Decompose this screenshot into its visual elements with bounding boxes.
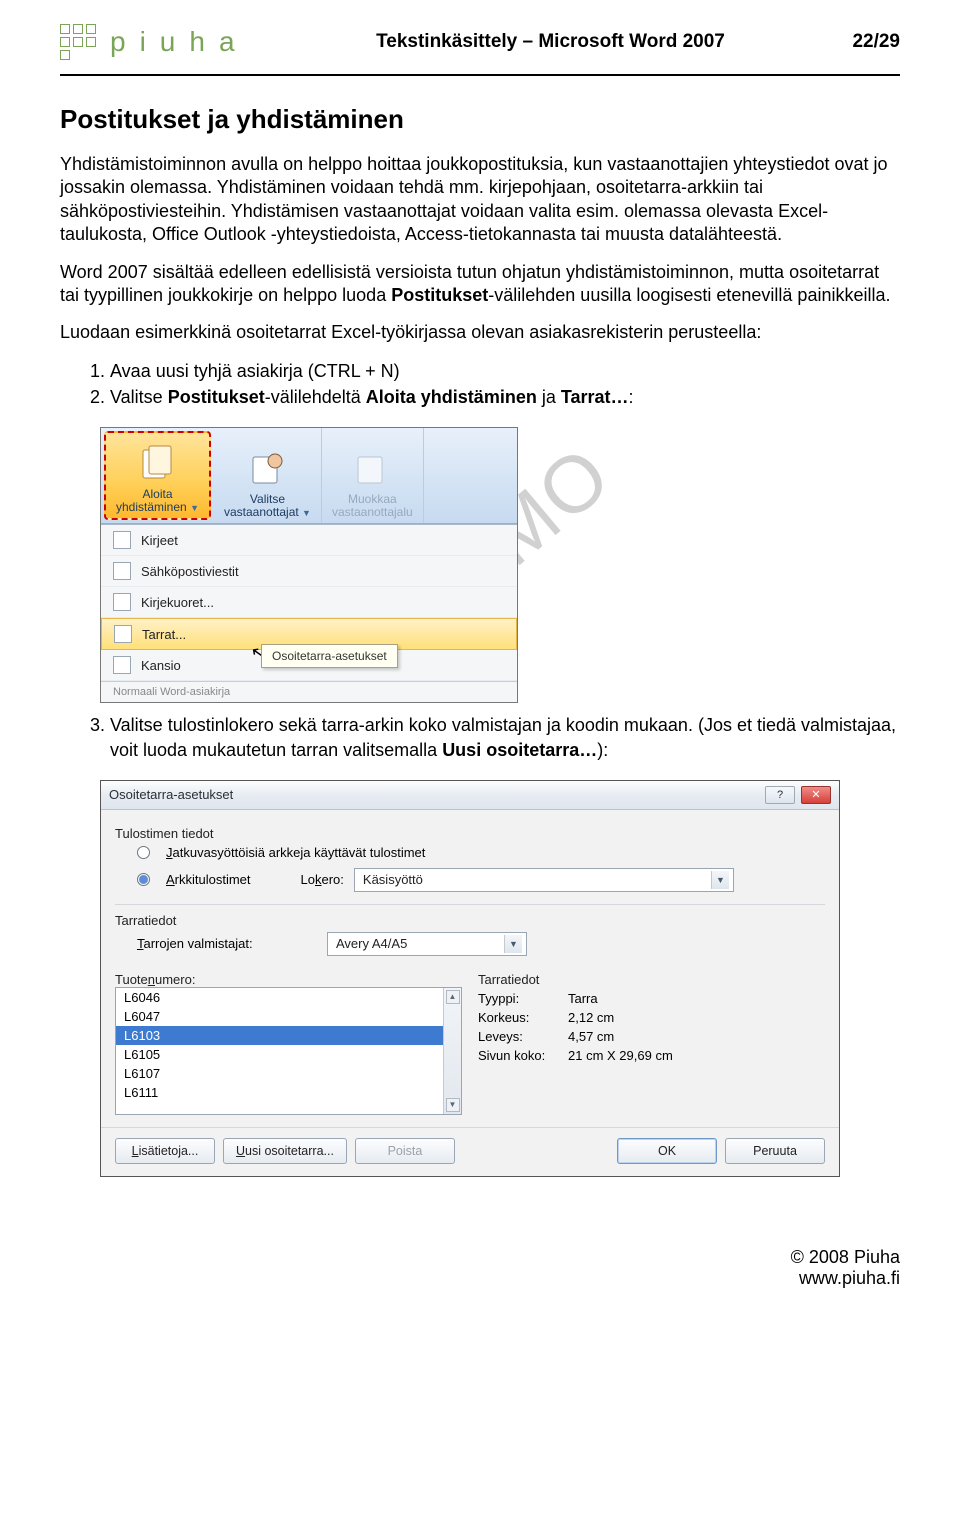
ribbon-group-start-merge[interactable]: Aloitayhdistäminen ▼ xyxy=(104,431,211,520)
paragraph-3: Luodaan esimerkkinä osoitetarrat Excel-t… xyxy=(60,321,900,344)
menu-item-emails[interactable]: Sähköpostiviestit xyxy=(101,556,517,587)
menu-item-cutoff: Normaali Word-asiakirja xyxy=(101,681,517,702)
scrollbar[interactable]: ▲ ▼ xyxy=(443,988,461,1114)
list-item[interactable]: L6103 xyxy=(116,1026,461,1045)
product-number-label: Tuotenumero: xyxy=(115,972,462,987)
radio-continuous[interactable]: Jatkuvasyöttöisiä arkkeja käyttävät tulo… xyxy=(115,841,825,864)
instruction-list-1: Avaa uusi tyhjä asiakirja (CTRL + N) Val… xyxy=(60,359,900,410)
dropdown-menu: Kirjeet Sähköpostiviestit Kirjekuoret...… xyxy=(101,524,517,702)
paragraph-2-text-2: -välilehden uusilla loogisesti etenevill… xyxy=(488,285,890,305)
document-title: Tekstinkäsittely – Microsoft Word 2007 xyxy=(249,31,853,53)
ribbon-group-select-recipients[interactable]: Valitsevastaanottajat ▼ xyxy=(214,428,322,523)
radio-icon-checked xyxy=(137,873,150,886)
footer-url: www.piuha.fi xyxy=(799,1268,900,1288)
list-item[interactable]: L6111 xyxy=(116,1083,461,1102)
list-item[interactable]: L6105 xyxy=(116,1045,461,1064)
list-item-3: Valitse tulostinlokero sekä tarra-arkin … xyxy=(110,713,900,762)
info-height-key: Korkeus: xyxy=(478,1010,568,1025)
envelope-icon xyxy=(113,593,131,611)
help-button[interactable]: ? xyxy=(765,786,795,804)
info-width-val: 4,57 cm xyxy=(568,1029,825,1044)
product-number-listbox[interactable]: L6046L6047L6103L6105L6107L6111 ▲ ▼ xyxy=(115,987,462,1115)
vendor-combobox[interactable]: Avery A4/A5 ▼ xyxy=(327,932,527,956)
scroll-down-icon[interactable]: ▼ xyxy=(446,1098,460,1112)
edit-recipients-icon xyxy=(352,449,392,489)
paragraph-2-bold: Postitukset xyxy=(391,285,488,305)
close-button[interactable]: ✕ xyxy=(801,786,831,804)
ok-button[interactable]: OK xyxy=(617,1138,717,1164)
ribbon-group-edit-recipients: Muokkaavastaanottajalu xyxy=(322,428,424,523)
tray-combobox[interactable]: Käsisyöttö ▼ xyxy=(354,868,734,892)
radio-icon xyxy=(137,846,150,859)
logo: piuha xyxy=(60,24,249,60)
ribbon: Aloitayhdistäminen ▼ Valitsevastaanottaj… xyxy=(101,428,517,524)
chevron-down-icon: ▼ xyxy=(302,508,311,518)
recipients-icon xyxy=(247,449,287,489)
paragraph-1: Yhdistämistoiminnon avulla on helppo hoi… xyxy=(60,153,900,247)
chevron-down-icon: ▼ xyxy=(190,503,199,513)
info-type-key: Tyyppi: xyxy=(478,991,568,1006)
radio-page-printers[interactable]: Arkkitulostimet Lokero: Käsisyöttö ▼ xyxy=(115,864,825,896)
email-icon xyxy=(113,562,131,580)
info-pagesize-val: 21 cm X 29,69 cm xyxy=(568,1048,825,1063)
menu-item-envelopes[interactable]: Kirjekuoret... xyxy=(101,587,517,618)
tray-value: Käsisyöttö xyxy=(363,872,423,887)
info-type-val: Tarra xyxy=(568,991,825,1006)
list-item-1: Avaa uusi tyhjä asiakirja (CTRL + N) xyxy=(110,359,900,383)
logo-text: piuha xyxy=(110,26,249,58)
tooltip: Osoitetarra-asetukset xyxy=(261,644,398,668)
mail-merge-icon xyxy=(137,444,177,484)
folder-icon xyxy=(113,656,131,674)
label-icon xyxy=(114,625,132,643)
vendor-label: Tarrojen valmistajat: xyxy=(137,936,317,951)
label-details-header: Tarratiedot xyxy=(478,972,825,987)
tray-label: Lokero: xyxy=(301,872,344,887)
header-divider xyxy=(60,74,900,76)
paragraph-2: Word 2007 sisältää edelleen edellisistä … xyxy=(60,261,900,308)
instruction-list-2: Valitse tulostinlokero sekä tarra-arkin … xyxy=(60,713,900,762)
page-number: 22/29 xyxy=(852,31,900,53)
dialog-title: Osoitetarra-asetukset xyxy=(109,787,233,802)
vendor-value: Avery A4/A5 xyxy=(336,936,407,951)
screenshot-ribbon-menu: Aloitayhdistäminen ▼ Valitsevastaanottaj… xyxy=(100,427,518,703)
logo-icon xyxy=(60,24,96,60)
list-item[interactable]: L6047 xyxy=(116,1007,461,1026)
list-item[interactable]: L6107 xyxy=(116,1064,461,1083)
info-width-key: Leveys: xyxy=(478,1029,568,1044)
cancel-button[interactable]: Peruuta xyxy=(725,1138,825,1164)
label-info-section-label: Tarratiedot xyxy=(115,913,825,928)
chevron-down-icon: ▼ xyxy=(711,871,729,889)
printer-info-section-label: Tulostimen tiedot xyxy=(115,826,825,841)
info-height-val: 2,12 cm xyxy=(568,1010,825,1025)
info-pagesize-key: Sivun koko: xyxy=(478,1048,568,1063)
chevron-down-icon: ▼ xyxy=(504,935,522,953)
list-item[interactable]: L6046 xyxy=(116,988,461,1007)
new-label-button[interactable]: Uusi osoitetarra... xyxy=(223,1138,347,1164)
dialog-separator xyxy=(115,904,825,905)
delete-button: Poista xyxy=(355,1138,455,1164)
dialog-footer: Lisätietoja... Uusi osoitetarra... Poist… xyxy=(101,1127,839,1176)
screenshot-label-options-dialog: Osoitetarra-asetukset ? ✕ Tulostimen tie… xyxy=(100,780,840,1177)
footer-copyright: © 2008 Piuha www.piuha.fi xyxy=(60,1247,900,1289)
letter-icon xyxy=(113,531,131,549)
details-button[interactable]: Lisätietoja... xyxy=(115,1138,215,1164)
dialog-titlebar: Osoitetarra-asetukset ? ✕ xyxy=(101,781,839,810)
menu-item-letters[interactable]: Kirjeet xyxy=(101,525,517,556)
section-heading: Postitukset ja yhdistäminen xyxy=(60,104,900,135)
list-item-2: Valitse Postitukset-välilehdeltä Aloita … xyxy=(110,385,900,409)
scroll-up-icon[interactable]: ▲ xyxy=(446,990,460,1004)
